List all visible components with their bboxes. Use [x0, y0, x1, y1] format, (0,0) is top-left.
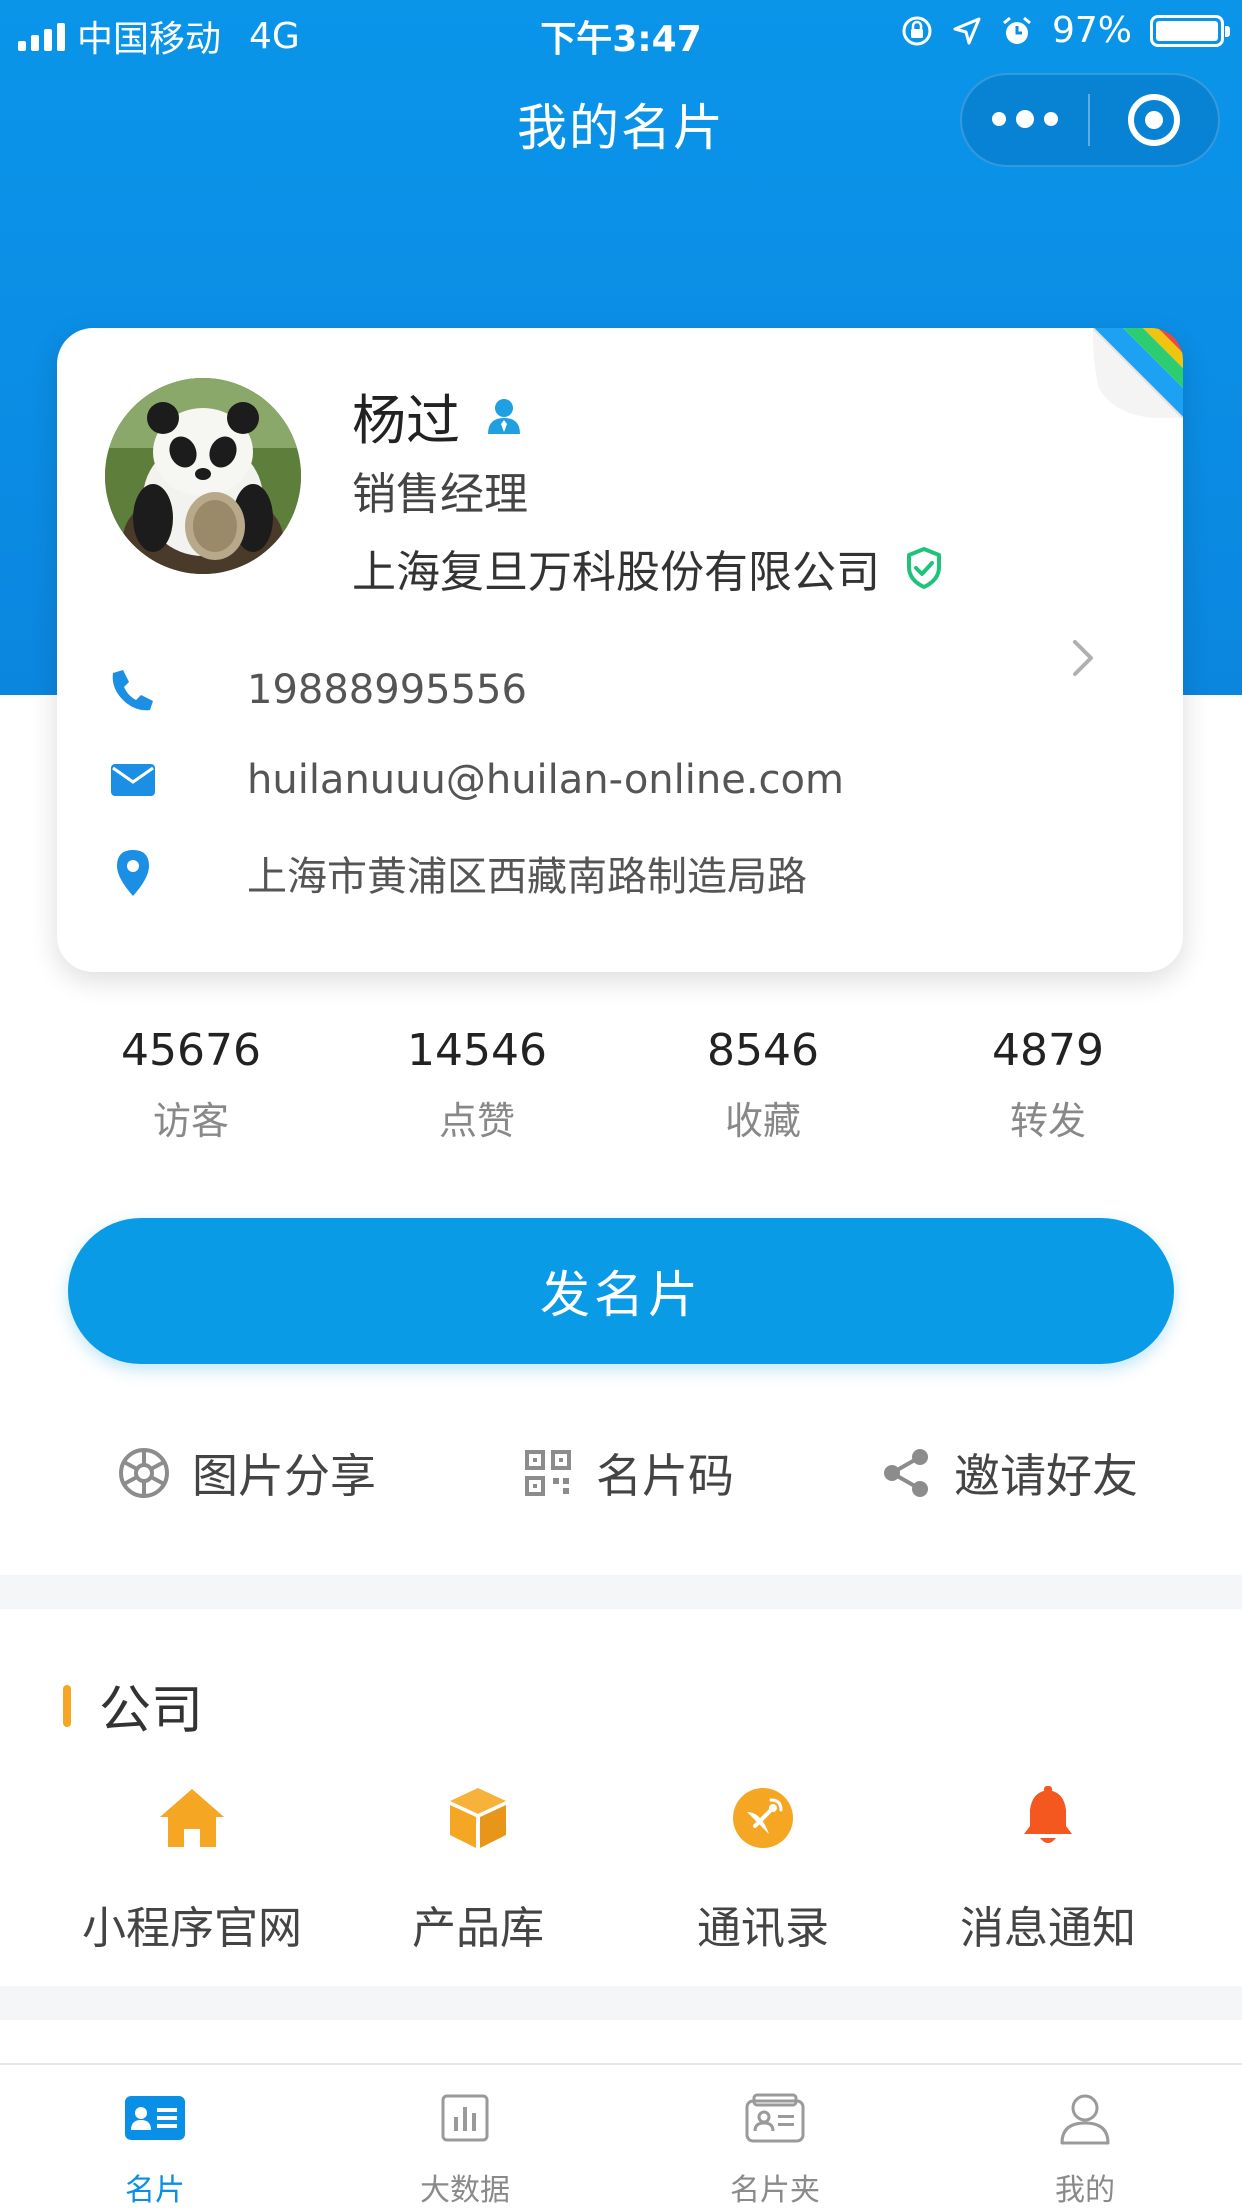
card-name: 杨过 [352, 389, 460, 452]
send-card-button[interactable]: 发名片 [68, 1218, 1174, 1364]
target-icon [1128, 94, 1180, 146]
stat-likes[interactable]: 14546 点赞 [357, 1025, 597, 1145]
job-title: 销售经理 [352, 469, 528, 520]
contacts-button[interactable]: 通讯录 [623, 1778, 903, 1956]
tab-mine[interactable]: 我的 [985, 2085, 1185, 2208]
tab-big-data[interactable]: 大数据 [365, 2085, 565, 2208]
home-icon [160, 1789, 224, 1847]
card-code-button[interactable]: 名片码 [520, 1440, 734, 1506]
company-name: 上海复旦万科股份有限公司 [352, 547, 880, 598]
more-icon[interactable] [962, 110, 1088, 128]
business-card[interactable]: 杨过 销售经理 上海复旦万科股份有限公司 19888995556 huilanu… [57, 328, 1183, 972]
stat-favorites[interactable]: 8546 收藏 [643, 1025, 883, 1145]
user-icon [1060, 2094, 1110, 2145]
invite-friends-button[interactable]: 邀请好友 [878, 1440, 1138, 1506]
email-icon [111, 764, 155, 796]
tab-bar: 名片 大数据 名片夹 我的 [0, 2063, 1242, 2208]
box-icon [450, 1788, 506, 1848]
stat-visitors[interactable]: 45676 访客 [71, 1025, 311, 1145]
email-row[interactable]: huilanuuu@huilan-online.com [107, 754, 844, 806]
bell-icon [1024, 1786, 1072, 1843]
cardholder-icon [745, 2093, 805, 2143]
company-section-header: 公司 [63, 1668, 203, 1743]
phone-icon [112, 670, 153, 711]
person-badge-icon [488, 398, 520, 434]
share-image-button[interactable]: 图片分享 [116, 1440, 376, 1506]
rotation-lock-icon [902, 16, 932, 45]
chevron-right-icon[interactable] [1057, 628, 1107, 688]
aperture-icon [119, 1448, 169, 1498]
stat-shares[interactable]: 4879 转发 [928, 1025, 1168, 1145]
battery-percent: 97% [1051, 10, 1132, 51]
tab-card-holder[interactable]: 名片夹 [675, 2085, 875, 2208]
location-icon [953, 17, 981, 44]
verified-shield-icon [907, 547, 941, 589]
stats-row: 45676 访客 14546 点赞 8546 收藏 4879 转发 [0, 1025, 1242, 1155]
email-address: huilanuuu@huilan-online.com [247, 757, 844, 803]
address-row[interactable]: 上海市黄浦区西藏南路制造局路 [107, 844, 807, 902]
phone-number: 19888995556 [247, 667, 527, 713]
miniprogram-capsule [960, 73, 1220, 167]
card-icon [125, 2096, 185, 2140]
alarm-icon [1003, 16, 1031, 44]
section-title: 公司 [99, 1681, 204, 1741]
tab-card[interactable]: 名片 [55, 2085, 255, 2208]
satellite-icon [733, 1788, 793, 1848]
share-actions: 图片分享 名片码 邀请好友 [0, 1430, 1242, 1510]
section-divider [0, 1575, 1242, 1609]
share-icon [884, 1449, 928, 1497]
close-miniprogram-button[interactable] [1090, 94, 1218, 146]
notifications-button[interactable]: 消息通知 [908, 1778, 1188, 1956]
location-pin-icon [117, 850, 149, 896]
battery-icon [1150, 14, 1230, 47]
chart-icon [441, 2094, 489, 2142]
avatar [105, 378, 301, 574]
product-library-button[interactable]: 产品库 [338, 1778, 618, 1956]
miniprogram-site-button[interactable]: 小程序官网 [52, 1778, 332, 1956]
qrcode-icon [525, 1450, 571, 1496]
card-skin-icon[interactable] [1093, 328, 1183, 418]
address-text: 上海市黄浦区西藏南路制造局路 [247, 854, 807, 900]
section-divider [0, 1986, 1242, 2020]
status-bar: 中国移动 4G 下午3:47 97% [0, 0, 1242, 62]
phone-row[interactable]: 19888995556 [107, 664, 527, 716]
